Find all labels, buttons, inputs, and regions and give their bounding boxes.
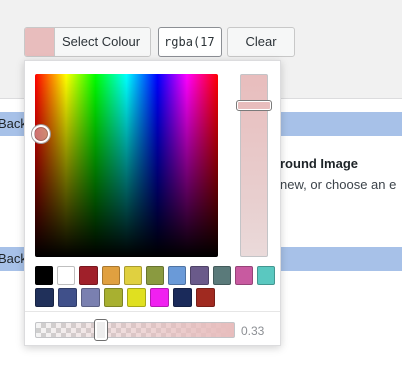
alpha-value: 0.33 (241, 324, 265, 338)
saturation-value-area[interactable] (35, 74, 218, 257)
color-value-input[interactable]: rgba(17 (158, 27, 223, 57)
palette-swatch[interactable] (256, 266, 276, 285)
palette-swatch[interactable] (212, 266, 231, 285)
palette-swatch[interactable] (35, 288, 54, 307)
palette-swatch[interactable] (190, 266, 209, 285)
palette-swatch[interactable] (145, 266, 165, 285)
palette-swatch[interactable] (168, 266, 187, 285)
palette-row (35, 266, 276, 285)
palette-swatch[interactable] (35, 266, 54, 285)
alpha-slider[interactable] (35, 322, 235, 338)
color-palette (35, 266, 276, 310)
row-label: Back (0, 116, 27, 131)
row-label: Back (0, 251, 27, 266)
section-title: round Image (280, 156, 359, 171)
palette-row (35, 288, 275, 307)
palette-swatch[interactable] (234, 266, 253, 285)
palette-swatch[interactable] (123, 266, 142, 285)
palette-swatch[interactable] (104, 288, 123, 307)
section-description: new, or choose an e (280, 177, 397, 192)
saturation-handle[interactable] (32, 125, 50, 143)
palette-swatch[interactable] (150, 288, 169, 307)
palette-swatch[interactable] (101, 266, 120, 285)
color-picker-popup: 0.33 (24, 60, 281, 346)
select-colour-label: Select Colour (55, 28, 151, 56)
alpha-handle[interactable] (94, 319, 108, 341)
divider (25, 311, 280, 312)
palette-swatch[interactable] (57, 266, 76, 285)
palette-swatch[interactable] (79, 266, 98, 285)
color-control: Select Colour rgba(17 Clear (24, 27, 296, 57)
clear-button[interactable]: Clear (227, 27, 296, 57)
palette-swatch[interactable] (127, 288, 146, 307)
palette-swatch[interactable] (196, 288, 215, 307)
select-colour-button[interactable]: Select Colour (24, 27, 152, 57)
slider-handle[interactable] (236, 100, 272, 111)
palette-swatch[interactable] (58, 288, 77, 307)
palette-swatch[interactable] (81, 288, 100, 307)
current-color-swatch (25, 28, 55, 56)
palette-swatch[interactable] (173, 288, 192, 307)
